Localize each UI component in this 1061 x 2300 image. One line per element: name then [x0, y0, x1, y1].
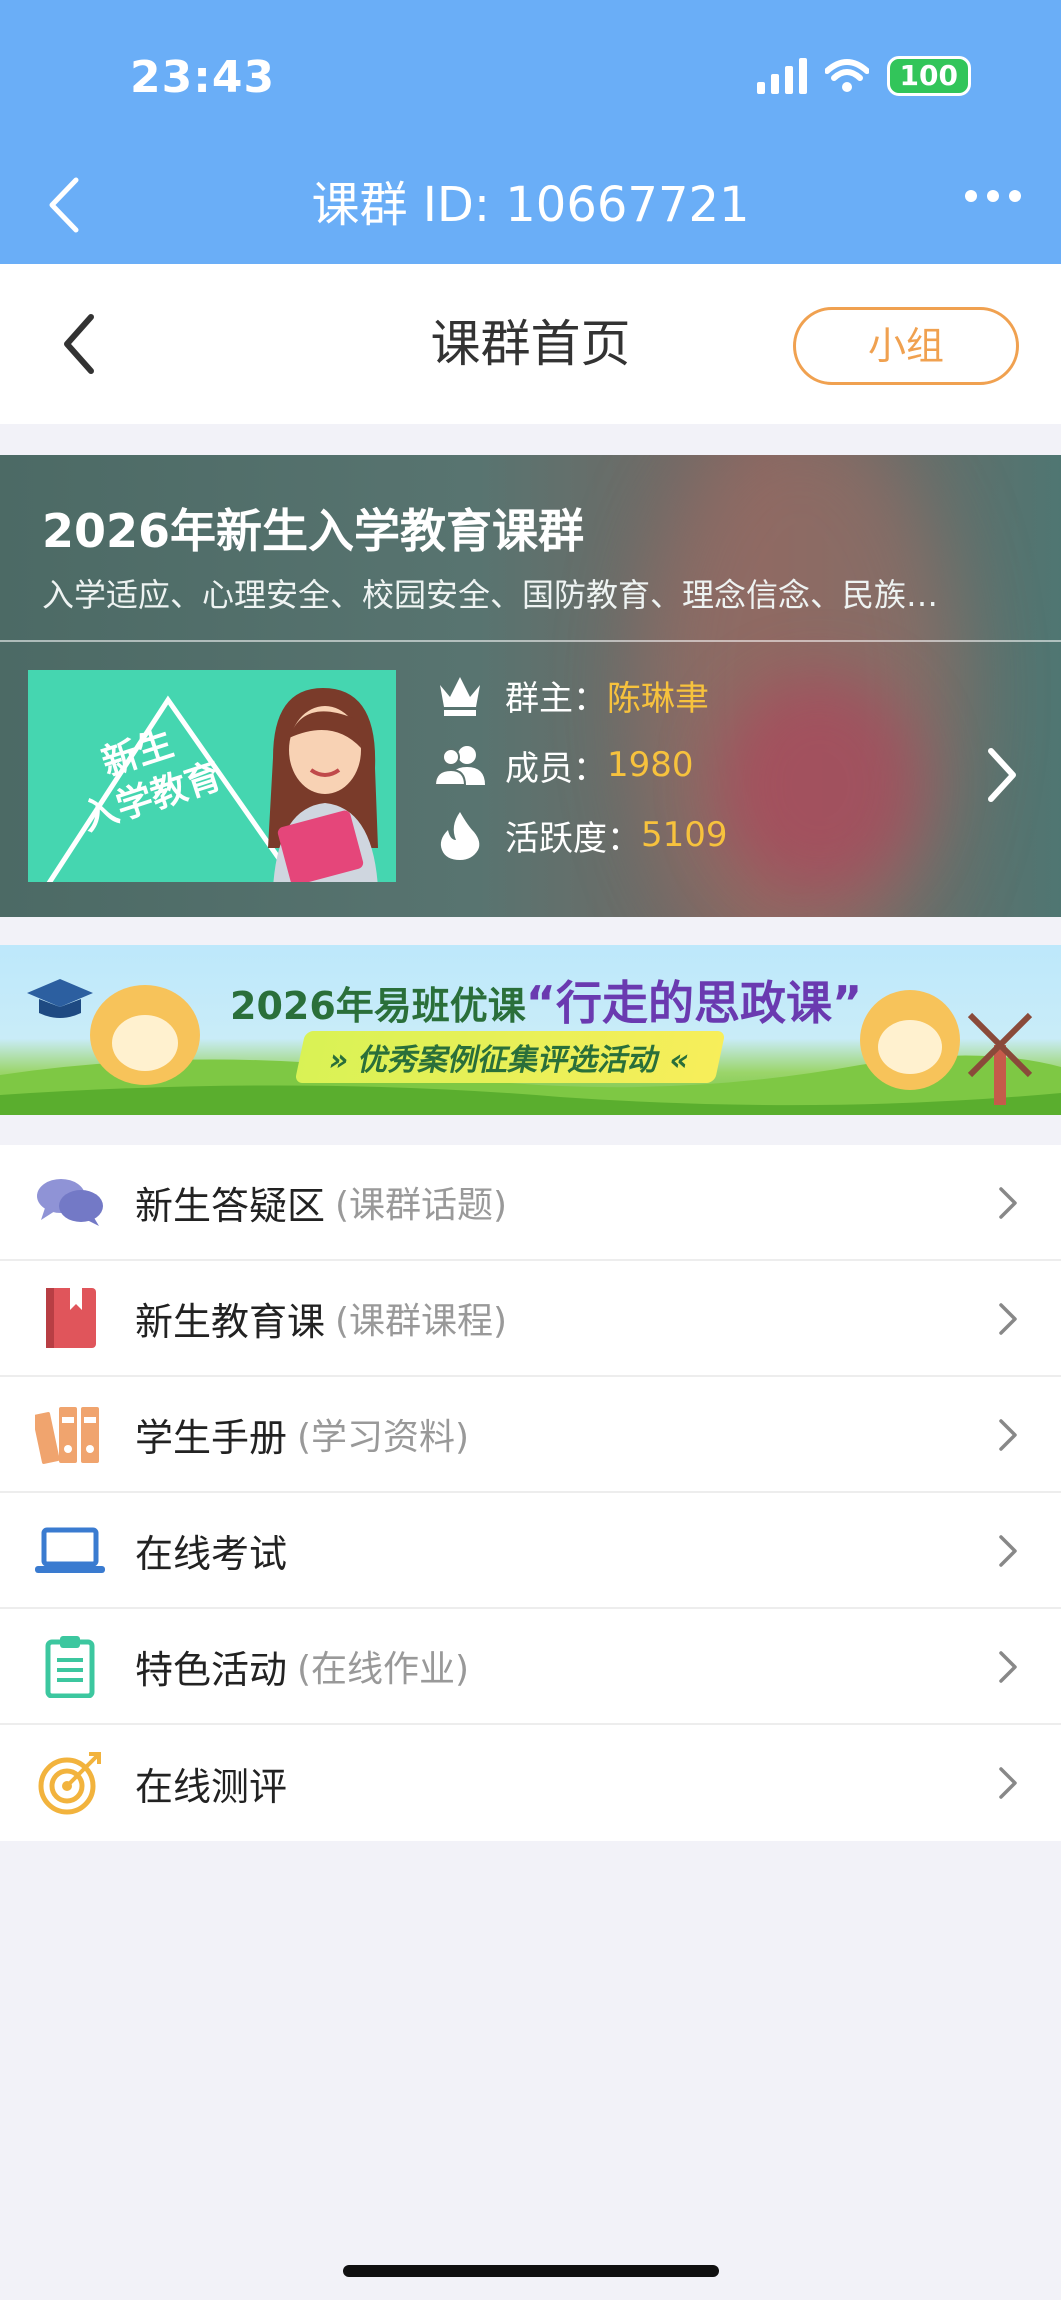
menu-sublabel: (在线作业)	[297, 1649, 470, 1690]
teacher-illustration-icon	[268, 688, 378, 882]
activity-value: 5109	[641, 815, 728, 855]
owner-value: 陈琳聿	[607, 678, 709, 719]
members-label: 成员：	[505, 748, 607, 789]
chevron-right-icon	[999, 1767, 1017, 1799]
menu-label: 新生教育课	[135, 1299, 326, 1344]
book-icon	[35, 1283, 105, 1353]
feature-menu: 新生答疑区 (课群话题) 新生教育课 (课群课程) 学生手册 (学习资料) 在线…	[0, 1145, 1061, 1841]
menu-item-assessment[interactable]: 在线测评	[0, 1725, 1061, 1841]
wifi-icon	[824, 59, 869, 93]
more-icon[interactable]	[965, 190, 1021, 202]
owner-row: 群主： 陈琳聿	[435, 670, 709, 720]
home-indicator[interactable]	[343, 2265, 719, 2277]
menu-item-course[interactable]: 新生教育课 (课群课程)	[0, 1261, 1061, 1377]
menu-item-handbook[interactable]: 学生手册 (学习资料)	[0, 1377, 1061, 1493]
chat-bubbles-icon	[35, 1167, 105, 1237]
divider	[0, 640, 1061, 642]
laptop-icon	[35, 1515, 105, 1585]
binders-icon	[35, 1399, 105, 1469]
top-bar: 23:43 100 课群 ID: 10667721	[0, 0, 1061, 264]
chevron-right-icon	[999, 1187, 1017, 1219]
group-cover-image: 新生 入学教育	[28, 670, 396, 882]
banner-subtitle: » 优秀案例征集评选活动 «	[294, 1031, 726, 1083]
menu-label: 特色活动	[135, 1647, 288, 1692]
chevron-right-icon	[999, 1651, 1017, 1683]
promo-banner[interactable]: 2026年易班优课“行走的思政课” » 优秀案例征集评选活动 «	[0, 945, 1061, 1115]
menu-item-qa[interactable]: 新生答疑区 (课群话题)	[0, 1145, 1061, 1261]
group-button[interactable]: 小组	[793, 307, 1019, 385]
menu-item-activity[interactable]: 特色活动 (在线作业)	[0, 1609, 1061, 1725]
menu-label: 新生答疑区	[135, 1183, 326, 1228]
members-row: 成员： 1980	[435, 740, 694, 790]
windmill-icon	[967, 1012, 1033, 1105]
chevron-right-icon	[999, 1535, 1017, 1567]
target-icon	[35, 1748, 105, 1818]
menu-item-exam[interactable]: 在线考试	[0, 1493, 1061, 1609]
menu-label: 学生手册	[135, 1415, 288, 1460]
chevron-right-icon	[999, 1419, 1017, 1451]
menu-sublabel: (学习资料)	[297, 1417, 470, 1458]
page-header: 课群首页 小组	[0, 264, 1061, 424]
flame-icon	[435, 810, 485, 860]
banner-title: 2026年易班优课“行走的思政课”	[230, 976, 863, 1030]
graduation-cap-icon	[27, 979, 93, 1018]
course-group-card[interactable]: 2026年新生入学教育课群 入学适应、心理安全、校园安全、国防教育、理念信念、民…	[0, 455, 1061, 917]
chevron-right-icon[interactable]	[981, 745, 1021, 809]
chevron-right-icon	[999, 1303, 1017, 1335]
menu-label: 在线考试	[135, 1531, 288, 1576]
members-icon	[435, 740, 485, 790]
status-icons: 100	[756, 56, 971, 96]
status-time: 23:43	[130, 52, 276, 103]
bear-mascot-right	[860, 990, 960, 1090]
owner-label: 群主：	[505, 678, 607, 719]
group-description: 入学适应、心理安全、校园安全、国防教育、理念信念、民族…	[42, 576, 939, 614]
nav-title: 课群 ID: 10667721	[311, 177, 750, 233]
cellular-signal-icon	[756, 58, 807, 94]
menu-sublabel: (课群课程)	[335, 1301, 508, 1342]
crown-icon	[435, 670, 485, 720]
clipboard-icon	[35, 1631, 105, 1701]
group-title: 2026年新生入学教育课群	[42, 504, 585, 558]
menu-sublabel: (课群话题)	[335, 1185, 508, 1226]
menu-label: 在线测评	[135, 1764, 288, 1809]
bear-mascot-left	[90, 985, 200, 1085]
activity-row: 活跃度： 5109	[435, 810, 728, 860]
members-value: 1980	[607, 745, 694, 785]
activity-label: 活跃度：	[505, 818, 641, 859]
battery-indicator: 100	[886, 56, 971, 96]
